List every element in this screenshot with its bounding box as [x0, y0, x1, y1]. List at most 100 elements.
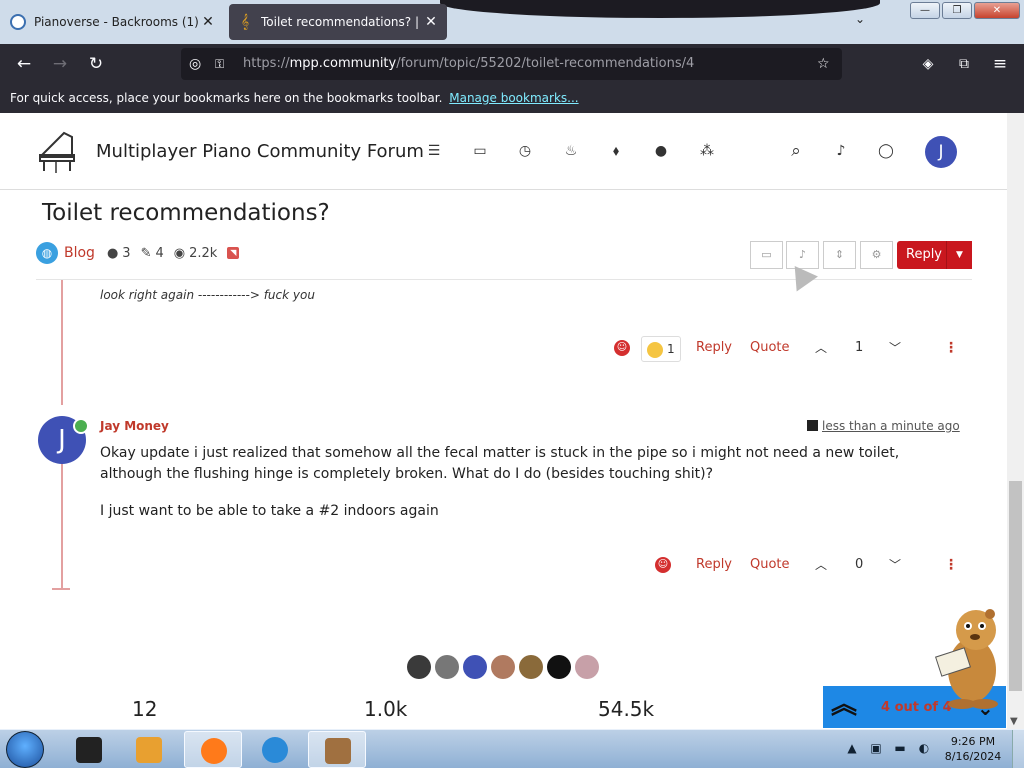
eye-icon: ◉	[173, 245, 186, 261]
tray-expand-icon[interactable]: ▲	[844, 740, 860, 756]
show-desktop-button[interactable]	[1012, 730, 1024, 768]
browsing-user-avatar[interactable]	[463, 655, 487, 679]
reply-link[interactable]: Reply	[696, 553, 732, 577]
scrollbar-thumb[interactable]	[1009, 481, 1022, 691]
tab-pianoverse[interactable]: Pianoverse - Backrooms (1) ✕	[2, 4, 224, 40]
volume-icon[interactable]: ◐	[916, 740, 932, 756]
edit-icon	[807, 420, 818, 431]
posters-count: 3	[122, 245, 131, 261]
terminal-icon	[76, 737, 102, 763]
stat-value: 54.5k	[598, 697, 655, 721]
browsing-user-avatar[interactable]	[519, 655, 543, 679]
system-clock[interactable]: 9:26 PM 8/16/2024	[940, 734, 1006, 764]
taskbar-app-media-player[interactable]	[120, 731, 178, 768]
upvote-chevron-up-icon[interactable]: ︿	[815, 553, 827, 577]
url-text[interactable]: https://mpp.community/forum/topic/55202/…	[243, 56, 694, 71]
tray-app-icon[interactable]: ▣	[868, 740, 884, 756]
browsing-user-avatar[interactable]	[435, 655, 459, 679]
tab-close-icon[interactable]: ✕	[200, 14, 216, 30]
browsing-user-avatar[interactable]	[575, 655, 599, 679]
scroll-down-arrow-icon[interactable]: ▼	[1010, 716, 1018, 727]
clock-icon[interactable]: ◷	[515, 141, 535, 161]
tracking-shield-icon[interactable]: ◎	[189, 52, 201, 76]
downvote-chevron-down-icon[interactable]: ﹀	[889, 553, 901, 577]
reply-link[interactable]: Reply	[696, 336, 732, 360]
post-actions: ☺ 1 Reply Quote ︿ 1 ﹀ ⋮	[0, 336, 1007, 362]
taskbar-app-terminal[interactable]	[60, 731, 118, 768]
user-avatar[interactable]: J	[925, 136, 957, 168]
upvote-chevron-up-icon[interactable]: ︿	[815, 336, 827, 360]
vote-count: 0	[855, 557, 864, 572]
forum-header: Multiplayer Piano Community Forum ☰ ▭ ◷ …	[0, 113, 1007, 190]
post-timestamp[interactable]: less than a minute ago	[807, 419, 960, 433]
tabbar-decoration	[440, 0, 880, 18]
sort-icon[interactable]: ⇕	[823, 241, 856, 269]
forward-button[interactable]: →	[48, 52, 72, 76]
internet-explorer-icon	[262, 737, 288, 763]
gear-icon[interactable]: ⚙	[860, 241, 893, 269]
inbox-icon[interactable]: ▭	[750, 241, 783, 269]
react-smile-icon[interactable]: ☺	[614, 340, 630, 356]
rss-icon[interactable]: ◥	[227, 247, 240, 259]
browsing-user-avatar[interactable]	[407, 655, 431, 679]
post-paragraph: I just want to be able to take a #2 indo…	[100, 503, 439, 519]
piano-logo-icon[interactable]	[36, 127, 80, 175]
manage-bookmarks-link[interactable]: Manage bookmarks...	[449, 91, 578, 105]
site-title[interactable]: Multiplayer Piano Community Forum	[96, 141, 424, 162]
quote-link[interactable]: Quote	[750, 553, 790, 577]
taskbar-app-internet-explorer[interactable]	[246, 731, 304, 768]
tags-icon[interactable]: ⬧	[606, 141, 626, 161]
reload-button[interactable]: ↻	[84, 52, 108, 76]
minimize-button[interactable]: —	[910, 2, 940, 19]
downvote-chevron-down-icon[interactable]: ﹀	[889, 336, 901, 360]
app-menu-icon[interactable]: ≡	[988, 52, 1012, 76]
quote-link[interactable]: Quote	[750, 336, 790, 360]
browsing-user-avatar[interactable]	[491, 655, 515, 679]
post-options-icon[interactable]: ⋮	[944, 553, 958, 577]
media-player-icon	[136, 737, 162, 763]
extensions-icon[interactable]: ⧉	[952, 52, 976, 76]
maximize-button[interactable]: ❐	[942, 2, 972, 19]
lock-icon[interactable]: ⚿	[215, 52, 224, 76]
topic-title: Toilet recommendations?	[42, 200, 330, 226]
monitor-icon[interactable]: ▬	[892, 740, 908, 756]
post-options-icon[interactable]: ⋮	[944, 336, 958, 360]
bell-icon[interactable]: ♪	[831, 141, 851, 161]
clock-time: 9:26 PM	[950, 735, 996, 748]
inbox-icon[interactable]: ▭	[470, 141, 490, 161]
page-scrollbar[interactable]: ▼	[1007, 113, 1024, 729]
bonzi-box-icon	[325, 738, 351, 764]
posts-count: 4	[155, 245, 164, 261]
bookmark-star-icon[interactable]: ☆	[817, 52, 830, 76]
back-button[interactable]: ←	[12, 52, 36, 76]
tab-list-chevron-down-icon[interactable]: ⌄	[855, 12, 865, 26]
reply-dropdown-caret-icon[interactable]: ▼	[946, 241, 972, 269]
post-body: Okay update i just realized that somehow…	[100, 443, 940, 538]
timeline-end	[52, 588, 70, 590]
pocket-icon[interactable]: ◈	[916, 52, 940, 76]
bonzi-hamster-mascot-icon[interactable]	[920, 600, 1010, 710]
taskbar-app-firefox[interactable]	[184, 731, 242, 768]
category-link[interactable]: Blog	[64, 245, 95, 261]
fire-icon[interactable]: ♨	[561, 141, 581, 161]
scroll-to-top-icon[interactable]: ︽	[831, 690, 857, 720]
topic-meta: ◍ Blog ● 3 ✎ 4 ◉ 2.2k ◥	[36, 241, 240, 265]
search-icon[interactable]: ⌕	[786, 141, 806, 161]
post-author-name[interactable]: Jay Money	[100, 419, 169, 433]
tab-close-icon[interactable]: ✕	[423, 14, 439, 30]
close-window-button[interactable]: ✕	[974, 2, 1020, 19]
tab-toilet-recommendations[interactable]: 𝄞 Toilet recommendations? | mpp ✕	[229, 4, 447, 40]
react-smile-icon[interactable]: ☺	[655, 557, 671, 573]
chat-icon[interactable]: ◯	[876, 141, 896, 161]
list-icon[interactable]: ☰	[424, 141, 444, 161]
browsing-user-avatar[interactable]	[547, 655, 571, 679]
pianoverse-favicon-icon	[10, 14, 26, 30]
start-button[interactable]	[6, 731, 44, 768]
users-icon[interactable]: ⁂	[697, 141, 717, 161]
firefox-icon	[201, 738, 227, 764]
taskbar-app-bonzi[interactable]	[308, 731, 366, 768]
globe-icon: ◍	[36, 242, 58, 264]
user-icon[interactable]: ●	[651, 141, 671, 161]
address-bar[interactable]: ◎ ⚿ https://mpp.community/forum/topic/55…	[181, 48, 842, 80]
reaction-pill[interactable]: 1	[641, 336, 681, 362]
